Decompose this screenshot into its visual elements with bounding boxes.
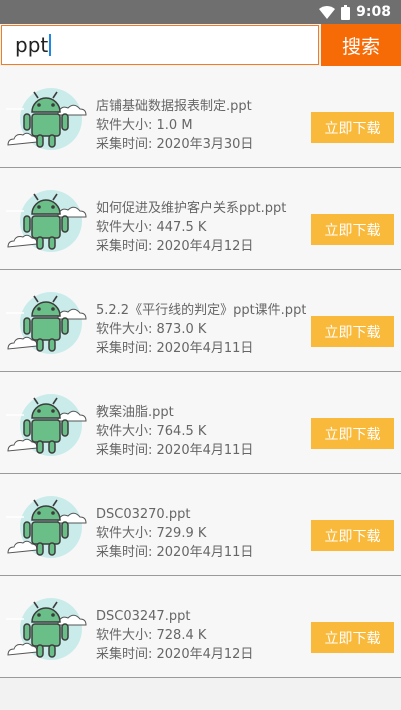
item-info: DSC03270.ppt 软件大小: 729.9 K 采集时间: 2020年4月… xyxy=(96,505,306,562)
list-item[interactable]: DSC03270.ppt 软件大小: 729.9 K 采集时间: 2020年4月… xyxy=(0,474,401,576)
status-icons: 9:08 xyxy=(319,0,391,24)
wifi-icon xyxy=(319,5,336,19)
battery-icon xyxy=(341,4,351,20)
result-list[interactable]: 店铺基础数据报表制定.ppt 软件大小: 1.0 M 采集时间: 2020年3月… xyxy=(0,66,401,678)
download-button[interactable]: 立即下载 xyxy=(311,520,394,551)
item-size: 软件大小: 728.4 K xyxy=(96,628,207,643)
android-app-icon xyxy=(6,496,87,558)
item-title: 5.2.2《平行线的判定》ppt课件.ppt xyxy=(96,303,306,318)
item-date: 采集时间: 2020年4月12日 xyxy=(96,239,254,254)
item-info: 店铺基础数据报表制定.ppt 软件大小: 1.0 M 采集时间: 2020年3月… xyxy=(96,97,306,154)
download-button[interactable]: 立即下载 xyxy=(311,418,394,449)
item-size: 软件大小: 447.5 K xyxy=(96,220,207,235)
item-date: 采集时间: 2020年4月11日 xyxy=(96,443,254,458)
list-item[interactable]: 如何促进及维护客户关系ppt.ppt 软件大小: 447.5 K 采集时间: 2… xyxy=(0,168,401,270)
list-item[interactable]: 店铺基础数据报表制定.ppt 软件大小: 1.0 M 采集时间: 2020年3月… xyxy=(0,66,401,168)
item-size: 软件大小: 1.0 M xyxy=(96,118,193,133)
search-query-text: ppt xyxy=(15,33,49,57)
android-app-icon xyxy=(6,394,87,456)
android-app-icon xyxy=(6,292,87,354)
search-input[interactable]: ppt xyxy=(1,25,319,65)
item-date: 采集时间: 2020年4月11日 xyxy=(96,341,254,356)
download-button[interactable]: 立即下载 xyxy=(311,316,394,347)
item-date: 采集时间: 2020年4月11日 xyxy=(96,545,254,560)
item-size: 软件大小: 729.9 K xyxy=(96,526,207,541)
item-title: 如何促进及维护客户关系ppt.ppt xyxy=(96,201,287,216)
android-app-icon xyxy=(6,88,87,150)
download-button[interactable]: 立即下载 xyxy=(311,214,394,245)
item-info: 5.2.2《平行线的判定》ppt课件.ppt 软件大小: 873.0 K 采集时… xyxy=(96,301,306,358)
text-cursor xyxy=(49,34,52,56)
item-size: 软件大小: 764.5 K xyxy=(96,424,207,439)
item-info: DSC03247.ppt 软件大小: 728.4 K 采集时间: 2020年4月… xyxy=(96,607,306,664)
status-bar: 9:08 xyxy=(0,0,401,24)
item-size: 软件大小: 873.0 K xyxy=(96,322,207,337)
download-button[interactable]: 立即下载 xyxy=(311,112,394,143)
item-info: 教案油脂.ppt 软件大小: 764.5 K 采集时间: 2020年4月11日 xyxy=(96,403,306,460)
status-time: 9:08 xyxy=(356,4,391,20)
item-date: 采集时间: 2020年4月12日 xyxy=(96,647,254,662)
item-title: 店铺基础数据报表制定.ppt xyxy=(96,99,252,114)
search-button[interactable]: 搜索 xyxy=(321,24,401,66)
item-title: 教案油脂.ppt xyxy=(96,405,174,420)
android-app-icon xyxy=(6,190,87,252)
android-app-icon xyxy=(6,598,87,660)
download-button[interactable]: 立即下载 xyxy=(311,622,394,653)
item-info: 如何促进及维护客户关系ppt.ppt 软件大小: 447.5 K 采集时间: 2… xyxy=(96,199,306,256)
item-date: 采集时间: 2020年3月30日 xyxy=(96,137,254,152)
item-title: DSC03270.ppt xyxy=(96,507,191,522)
list-item[interactable]: DSC03247.ppt 软件大小: 728.4 K 采集时间: 2020年4月… xyxy=(0,576,401,678)
search-bar: ppt 搜索 xyxy=(0,24,401,66)
list-item[interactable]: 5.2.2《平行线的判定》ppt课件.ppt 软件大小: 873.0 K 采集时… xyxy=(0,270,401,372)
list-item[interactable]: 教案油脂.ppt 软件大小: 764.5 K 采集时间: 2020年4月11日 … xyxy=(0,372,401,474)
item-title: DSC03247.ppt xyxy=(96,609,191,624)
